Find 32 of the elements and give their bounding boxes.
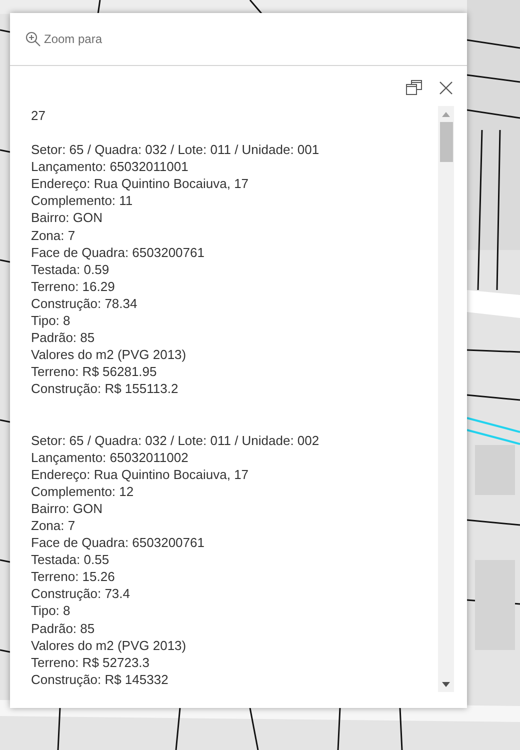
attribute-line: Complemento: 11 — [31, 192, 134, 210]
attribute-line: Complemento: 12 — [31, 482, 135, 500]
attribute-line: Padrão: 85 — [31, 620, 96, 637]
attribute-line: Endereço: Rua Quintino Bocaiuva, 17 — [31, 175, 250, 192]
attribute-line: Terreno: 16.29 — [31, 278, 116, 295]
attribute-line: Endereço: Rua Quintino Bocaiuva, 17 — [31, 466, 250, 483]
attribute-line: Construção: 78.34 — [31, 294, 138, 312]
attribute-line: Face de Quadra: 6503200761 — [31, 244, 206, 261]
attribute-line: Setor: 65 / Quadra: 032 / Lote: 011 / Unidade: 001 — [31, 141, 320, 158]
attribute-line: Padrão: 85 — [31, 329, 96, 346]
attribute-line: Bairro: GON — [31, 209, 104, 227]
attribute-line: Setor: 65 / Quadra: 032 / Lote: 011 / Unidade: 002 — [31, 432, 320, 449]
attribute-line: Terreno: 15.26 — [31, 568, 116, 586]
attribute-line: Testada: 0.59 — [31, 260, 110, 278]
attribute-line: Valores do m2 (PVG 2013) — [31, 636, 188, 654]
attribute-line: Tipo: 8 — [31, 602, 72, 620]
attribute-line: Construção: R$ 155113.2 — [31, 380, 180, 398]
attribute-line: Terreno: R$ 56281.95 — [31, 363, 158, 380]
attribute-line: Construção: R$ 145332 — [31, 670, 170, 688]
attribute-line: Construção: 73.4 — [31, 585, 132, 602]
attribute-line: Zona: 7 — [31, 226, 76, 244]
attribute-line: Lançamento: 65032011002 — [31, 448, 190, 466]
attribute-line: Valores do m2 (PVG 2013) — [31, 346, 188, 364]
attribute-line: Face de Quadra: 6503200761 — [31, 534, 206, 552]
attribute-line: Testada: 0.55 — [31, 551, 110, 568]
zoom-to-button[interactable]: Zoom para — [25, 30, 102, 48]
attribute-line: Lançamento: 65032011001 — [31, 158, 190, 176]
attribute-line: Zona: 7 — [31, 516, 76, 534]
attribute-line: Bairro: GON — [31, 500, 104, 517]
popup-title: 27 — [31, 107, 46, 124]
attribute-line: Tipo: 8 — [31, 312, 72, 330]
attribute-line: Terreno: R$ 52723.3 — [31, 654, 151, 671]
